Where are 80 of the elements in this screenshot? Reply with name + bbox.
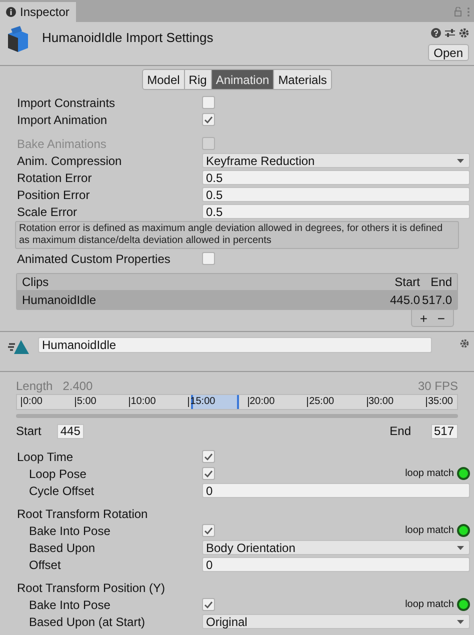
dropdown-arrow-icon [457, 158, 464, 162]
setting-label: Bake Animations [17, 136, 106, 150]
settings-icon[interactable] [460, 339, 469, 348]
column-header: Start [394, 274, 420, 291]
animation-clip-icon [8, 339, 30, 355]
info-icon [6, 7, 16, 17]
setting-label: Import Animation [17, 112, 108, 126]
dropdown-arrow-icon [457, 620, 464, 624]
loop-match-label: loop match [405, 600, 454, 610]
setting-label: Import Constraints [17, 96, 116, 110]
checkbox[interactable] [202, 450, 215, 463]
end-field[interactable]: 517 [431, 424, 458, 438]
help-box: Rotation error is defined as maximum angle deviation allowed in degrees, for others it is defined as maximum distance/delta deviation allowed in percents [15, 221, 459, 249]
tick-label: 35:00 [426, 397, 453, 407]
dropdown-arrow-icon [457, 546, 464, 550]
table-cell-text: HumanoidIdle [22, 292, 98, 309]
setting-label: Bake Into Pose [29, 524, 110, 538]
setting-label: Bake Into Pose [29, 598, 110, 612]
clip-row[interactable]: HumanoidIdle 445.0 517.0 [17, 291, 457, 309]
setting-label: Animated Custom Properties [17, 252, 170, 266]
length-label: Length [16, 378, 53, 395]
input-field[interactable]: 0.5 [202, 204, 470, 219]
list-button[interactable]: + [420, 312, 428, 324]
header-title: HumanoidIdle Import Settings [42, 29, 214, 47]
tab[interactable]: Animation [210, 70, 274, 89]
start-label: Start [16, 423, 42, 440]
dropdown[interactable]: Keyframe Reduction [202, 153, 470, 168]
setting-label: Position Error [17, 188, 90, 202]
setting-label: Offset [29, 558, 61, 572]
table-cell-text: 517.0 [420, 292, 452, 309]
tick-label: 0:00 [21, 397, 42, 407]
list-button[interactable]: − [437, 312, 445, 324]
help-icon[interactable] [431, 28, 441, 38]
input-field[interactable]: 0.5 [202, 187, 470, 202]
setting-label: Based Upon (at Start) [29, 614, 146, 628]
open-button[interactable]: Open [428, 44, 469, 61]
start-field[interactable]: 445 [57, 424, 84, 438]
setting-label: Cycle Offset [29, 484, 94, 498]
checkmark-icon [204, 526, 213, 534]
tick-label: 20:00 [248, 397, 275, 407]
setting-label: Root Transform Rotation [17, 506, 148, 520]
settings-icon[interactable] [459, 28, 469, 38]
tick-label: 5:00 [74, 397, 96, 407]
setting-label: Anim. Compression [17, 154, 122, 168]
checkbox[interactable] [202, 252, 215, 265]
checkbox[interactable] [202, 598, 215, 611]
input-field[interactable]: 0 [202, 483, 470, 498]
setting-label: Root Transform Position (Y) [17, 580, 166, 594]
setting-label: Based Upon [29, 540, 96, 554]
setting-label: Scale Error [17, 204, 78, 218]
checkmark-icon [204, 116, 213, 124]
clip-name-field[interactable]: HumanoidIdle [38, 337, 432, 353]
end-label: End [390, 423, 411, 440]
loop-match-label: loop match [405, 468, 454, 478]
tab[interactable]: Rig [184, 70, 211, 89]
tick-label: 10:00 [128, 397, 156, 407]
setting-label: Loop Pose [29, 466, 86, 480]
tab[interactable]: Materials [273, 70, 331, 89]
column-header: Clips [22, 274, 50, 291]
checkbox[interactable] [202, 96, 215, 109]
loop-match-label: loop match [405, 526, 454, 536]
setting-label: Loop Time [17, 450, 74, 464]
checkbox[interactable] [202, 113, 215, 126]
input-field[interactable]: 0.5 [202, 170, 470, 185]
table-cell-text: 445.0 [388, 292, 420, 309]
dropdown[interactable]: Body Orientation [202, 540, 470, 555]
checkbox[interactable] [202, 467, 215, 480]
tick-label: 30:00 [366, 397, 394, 407]
tab[interactable]: Model [143, 70, 184, 89]
column-header: End [430, 274, 452, 291]
dropdown[interactable]: Original [202, 614, 470, 629]
setting-label: Rotation Error [17, 170, 92, 184]
checkmark-icon [204, 600, 213, 608]
input-field[interactable]: 0 [202, 557, 470, 572]
inspector-tab[interactable]: Inspector [0, 2, 76, 22]
sliders-icon[interactable] [445, 28, 455, 38]
checkbox[interactable] [202, 524, 215, 537]
tick-label: 25:00 [307, 397, 334, 407]
length-value: 2.400 [62, 378, 93, 395]
fps-label: 30 FPS [418, 378, 458, 395]
